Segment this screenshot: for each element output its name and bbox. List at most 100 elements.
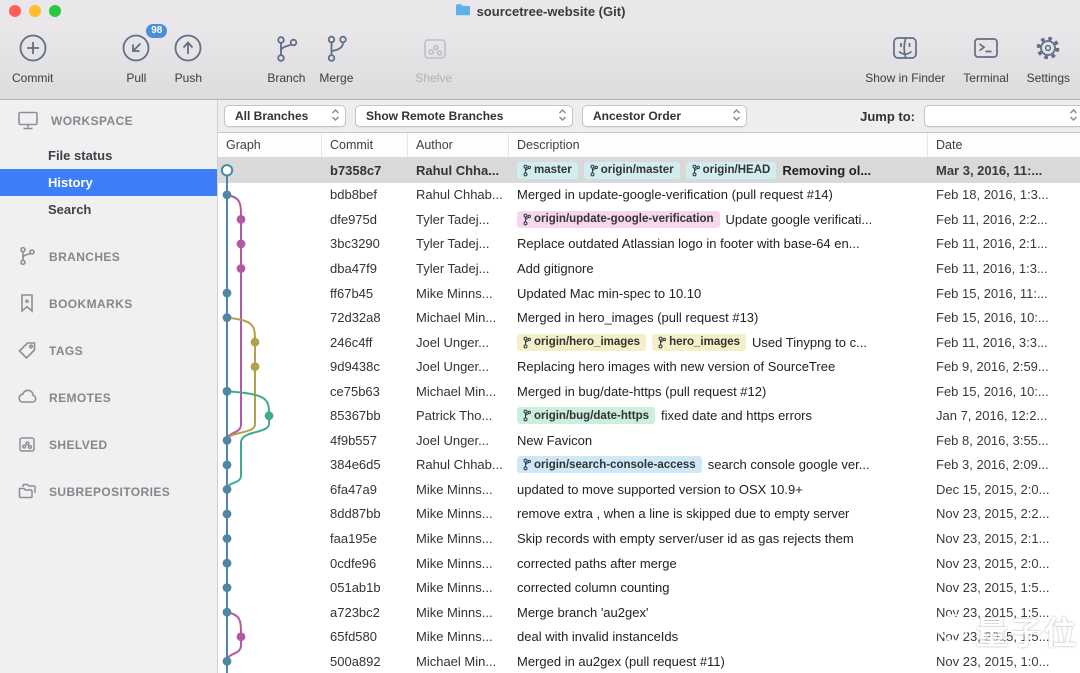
column-header-date[interactable]: Date [928, 133, 1080, 157]
commit-author: Mike Minns... [408, 629, 509, 644]
commit-message: corrected paths after merge [517, 556, 677, 571]
commit-row[interactable]: dfe975dTyler Tadej...origin/update-googl… [218, 207, 1080, 232]
graph-cell [218, 354, 322, 379]
graph-cell [218, 281, 322, 306]
sort-order-dropdown[interactable]: Ancestor Order [582, 105, 747, 127]
column-header-commit[interactable]: Commit [322, 133, 408, 157]
commit-author: Michael Min... [408, 310, 509, 325]
merge-button[interactable]: Merge [319, 26, 353, 85]
graph-cell [218, 158, 322, 183]
column-header-graph[interactable]: Graph [218, 133, 322, 157]
shelve-button: Shelve [415, 26, 452, 85]
graph-cell [218, 232, 322, 257]
stepper-icon [1068, 107, 1079, 126]
branch-button[interactable]: Branch [267, 26, 305, 85]
commit-row[interactable]: 384e6d5Rahul Chhab...origin/search-conso… [218, 453, 1080, 478]
show-in-finder-button[interactable]: Show in Finder [865, 26, 945, 85]
traffic-lights [9, 5, 61, 17]
toolbar-right-group: Show in Finder Terminal [865, 26, 1070, 85]
commit-date: Feb 11, 2016, 2:2... [928, 212, 1080, 227]
commit-description: masterorigin/masterorigin/HEADRemoving o… [509, 162, 928, 179]
zoom-button[interactable] [49, 5, 61, 17]
commit-description: New Favicon [509, 433, 928, 448]
commit-author: Mike Minns... [408, 556, 509, 571]
terminal-button[interactable]: Terminal [963, 26, 1008, 85]
pull-button[interactable]: 98 Pull [119, 26, 153, 85]
graph-cell [218, 624, 322, 649]
commit-author: Patrick Tho... [408, 408, 509, 423]
close-button[interactable] [9, 5, 21, 17]
sidebar-item-search[interactable]: Search [0, 196, 217, 223]
commit-button[interactable]: Commit [12, 26, 53, 85]
commit-description: remove extra , when a line is skipped du… [509, 506, 928, 521]
remote-branches-dropdown[interactable]: Show Remote Branches [355, 105, 573, 127]
sidebar-item-file-status[interactable]: File status [0, 142, 217, 169]
sidebar-section-workspace[interactable]: WORKSPACE [0, 108, 217, 134]
commit-hash: 0cdfe96 [322, 556, 408, 571]
commit-row[interactable]: 9d9438cJoel Unger...Replacing hero image… [218, 354, 1080, 379]
graph-cell [218, 183, 322, 208]
cloud-icon [16, 386, 38, 411]
commit-description: Merged in hero_images (pull request #13) [509, 310, 928, 325]
commit-row[interactable]: 500a892Michael Min...Merged in au2gex (p… [218, 649, 1080, 673]
sidebar-section-branches[interactable]: BRANCHES [0, 244, 217, 270]
commit-message: Merged in hero_images (pull request #13) [517, 310, 758, 325]
commit-row[interactable]: 72d32a8Michael Min...Merged in hero_imag… [218, 305, 1080, 330]
branch-badge-label: origin/search-console-access [534, 459, 696, 471]
branch-badge-label: origin/master [601, 164, 674, 176]
push-button[interactable]: Push [171, 26, 205, 85]
sidebar-section-tags[interactable]: TAGS [0, 338, 217, 364]
commit-row[interactable]: 85367bbPatrick Tho...origin/bug/date-htt… [218, 403, 1080, 428]
settings-button[interactable]: Settings [1027, 26, 1070, 85]
commit-row[interactable]: a723bc2Mike Minns...Merge branch 'au2gex… [218, 600, 1080, 625]
commit-row[interactable]: bdb8befRahul Chhab...Merged in update-go… [218, 183, 1080, 208]
commit-message: Merged in update-google-verification (pu… [517, 187, 833, 202]
commit-author: Joel Unger... [408, 359, 509, 374]
commit-message: Skip records with empty server/user id a… [517, 531, 854, 546]
commit-row[interactable]: 246c4ffJoel Unger...origin/hero_imageshe… [218, 330, 1080, 355]
sidebar-section-subrepositories[interactable]: SUBREPOSITORIES [0, 479, 217, 505]
jump-to-combo[interactable] [924, 105, 1080, 127]
commit-row[interactable]: ff67b45Mike Minns...Updated Mac min-spec… [218, 281, 1080, 306]
commit-message: search console google ver... [708, 457, 870, 472]
history-pane: All Branches Show Remote Branches [218, 100, 1080, 673]
commit-row[interactable]: 051ab1bMike Minns...corrected column cou… [218, 575, 1080, 600]
commit-row[interactable]: b7358c7Rahul Chha...masterorigin/mastero… [218, 158, 1080, 183]
commit-row[interactable]: 65fd580Mike Minns...deal with invalid in… [218, 624, 1080, 649]
commit-row[interactable]: 6fa47a9Mike Minns...updated to move supp… [218, 477, 1080, 502]
gear-icon [1030, 26, 1066, 70]
branch-badge: origin/bug/date-https [517, 407, 655, 424]
commit-date: Feb 8, 2016, 3:55... [928, 433, 1080, 448]
sidebar-section-remotes[interactable]: REMOTES [0, 385, 217, 411]
branch-filter-dropdown[interactable]: All Branches [224, 105, 346, 127]
commit-date: Dec 15, 2015, 2:0... [928, 482, 1080, 497]
graph-cell [218, 428, 322, 453]
commit-row[interactable]: 3bc3290Tyler Tadej...Replace outdated At… [218, 232, 1080, 257]
commit-row[interactable]: faa195eMike Minns...Skip records with em… [218, 526, 1080, 551]
commit-hash: 3bc3290 [322, 236, 408, 251]
commit-row[interactable]: dba47f9Tyler Tadej...Add gitignoreFeb 11… [218, 256, 1080, 281]
commit-description: Replacing hero images with new version o… [509, 359, 928, 374]
sidebar-section-shelved[interactable]: SHELVED [0, 432, 217, 458]
commit-message: Replace outdated Atlassian logo in foote… [517, 236, 860, 251]
column-header-author[interactable]: Author [408, 133, 509, 157]
minimize-button[interactable] [29, 5, 41, 17]
sidebar: WORKSPACE File status History Search BRA… [0, 100, 218, 673]
commit-description: Skip records with empty server/user id a… [509, 531, 928, 546]
graph-cell [218, 477, 322, 502]
sidebar-section-bookmarks[interactable]: BOOKMARKS [0, 291, 217, 317]
commit-row[interactable]: 4f9b557Joel Unger...New FaviconFeb 8, 20… [218, 428, 1080, 453]
commit-row[interactable]: ce75b63Michael Min...Merged in bug/date-… [218, 379, 1080, 404]
commit-row[interactable]: 0cdfe96Mike Minns... corrected paths afte… [218, 551, 1080, 576]
sidebar-item-history[interactable]: History [0, 169, 217, 196]
commit-description: origin/hero_imageshero_imagesUsed Tinypn… [509, 334, 928, 351]
commit-row[interactable]: 8dd87bbMike Minns...remove extra , when … [218, 502, 1080, 527]
branch-badge-label: master [534, 164, 572, 176]
branch-icon [523, 213, 531, 226]
column-header-description[interactable]: Description [509, 133, 928, 157]
graph-cell [218, 502, 322, 527]
commit-message: Updated Mac min-spec to 10.10 [517, 286, 701, 301]
table-header: Graph Commit Author Description Date [218, 133, 1080, 158]
commit-description: origin/search-console-access search conso… [509, 456, 928, 473]
commit-message: Replacing hero images with new version o… [517, 359, 835, 374]
